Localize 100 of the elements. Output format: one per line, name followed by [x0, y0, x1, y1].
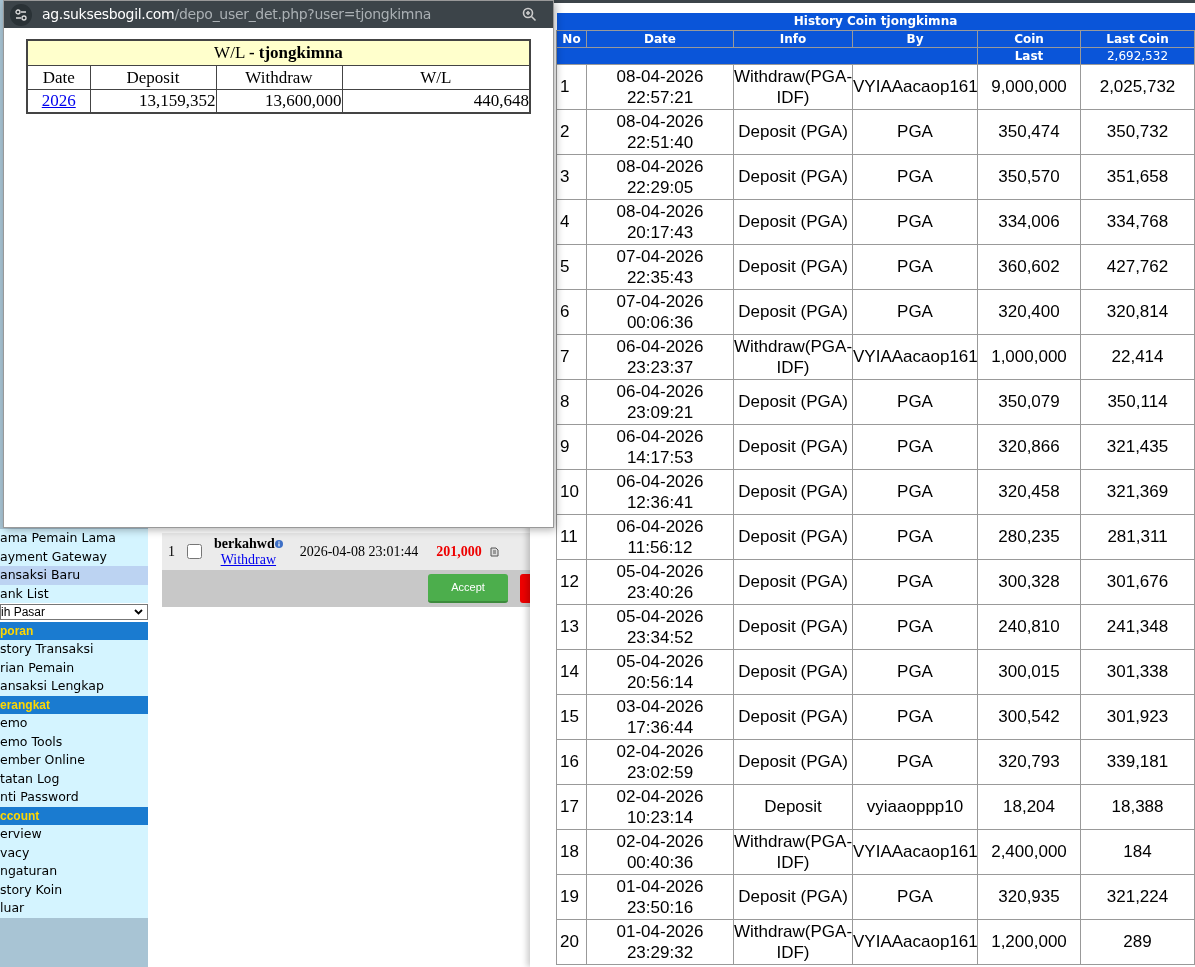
table-cell: 7 [556, 334, 587, 379]
username: berkahwd [214, 535, 275, 552]
sidebar-item[interactable]: emo [0, 714, 148, 733]
sidebar-item[interactable]: story Transaksi [0, 640, 148, 659]
table-cell: 2,400,000 [977, 829, 1081, 874]
column-header: Date [27, 65, 90, 89]
table-cell: 8 [556, 379, 587, 424]
row-number: 1 [168, 543, 175, 561]
sidebar-item[interactable]: ansaksi Lengkap [0, 677, 148, 696]
table-cell: Deposit (PGA) [733, 379, 853, 424]
sidebar-item[interactable]: vacy [0, 843, 148, 862]
sidebar-item[interactable]: nti Password [0, 788, 148, 807]
table-cell: Deposit (PGA) [733, 199, 853, 244]
table-cell: 08-04-2026 20:17:43 [586, 199, 734, 244]
column-header: No [556, 30, 587, 47]
table-cell: Deposit (PGA) [733, 469, 853, 514]
url-text[interactable]: ag.suksesbogil.com/depo_user_det.php?user=tjongkimna [42, 4, 432, 25]
sidebar-item[interactable]: luar [0, 899, 148, 918]
table-cell: 321,224 [1080, 874, 1195, 919]
table-cell: 02-04-2026 10:23:14 [586, 784, 734, 829]
table-cell: 360,602 [977, 244, 1081, 289]
table-cell: 184 [1080, 829, 1195, 874]
table-cell: 02-04-2026 23:02:59 [586, 739, 734, 784]
table-cell: PGA [852, 739, 978, 784]
row-checkbox[interactable] [187, 544, 202, 559]
table-cell: PGA [852, 559, 978, 604]
sidebar-item[interactable]: ember Online [0, 751, 148, 770]
table-cell: 350,114 [1080, 379, 1195, 424]
table-cell: 03-04-2026 17:36:44 [586, 694, 734, 739]
sidebar-item[interactable]: erview [0, 825, 148, 844]
table-cell: Deposit (PGA) [733, 604, 853, 649]
table-cell: PGA [852, 424, 978, 469]
table-cell: Deposit (PGA) [733, 109, 853, 154]
copy-icon [489, 546, 499, 557]
sidebar-item[interactable]: emo Tools [0, 732, 148, 751]
table-cell: PGA [852, 469, 978, 514]
withdraw-link[interactable]: Withdraw [220, 551, 277, 568]
table-title: W/L - tjongkimna [27, 40, 530, 65]
table-cell: 350,732 [1080, 109, 1195, 154]
table-cell: PGA [852, 874, 978, 919]
table-cell: PGA [852, 604, 978, 649]
table-cell: 321,435 [1080, 424, 1195, 469]
table-cell: Withdraw(PGA-IDF) [733, 829, 853, 874]
column-header: Withdraw [216, 65, 342, 89]
table-cell: 280,235 [977, 514, 1081, 559]
table-cell: 06-04-2026 23:09:21 [586, 379, 734, 424]
sidebar-item[interactable]: ama Pemain Lama [0, 529, 148, 548]
table-cell: PGA [852, 379, 978, 424]
sidebar-item[interactable]: story Koin [0, 880, 148, 899]
table-cell: 3 [556, 154, 587, 199]
column-header: Date [586, 30, 734, 47]
table-cell: 320,866 [977, 424, 1081, 469]
table-cell: 08-04-2026 22:51:40 [586, 109, 734, 154]
market-select[interactable]: ih Pasar [0, 604, 148, 621]
sidebar-item[interactable]: tatan Log [0, 769, 148, 788]
column-header: Deposit [90, 65, 216, 89]
table-cell: 281,311 [1080, 514, 1195, 559]
table-cell: 07-04-2026 22:35:43 [586, 244, 734, 289]
table-cell: Withdraw(PGA-IDF) [733, 334, 853, 379]
sidebar-item[interactable]: ank List [0, 584, 148, 603]
table-cell: 2 [556, 109, 587, 154]
table-cell: 02-04-2026 00:40:36 [586, 829, 734, 874]
table-cell: Deposit (PGA) [733, 154, 853, 199]
table-cell: 5 [556, 244, 587, 289]
table-cell: 240,810 [977, 604, 1081, 649]
table-cell: PGA [852, 109, 978, 154]
table-cell: 350,079 [977, 379, 1081, 424]
site-settings-icon[interactable] [10, 3, 32, 26]
table-cell: Deposit (PGA) [733, 289, 853, 334]
table-cell: Deposit (PGA) [733, 559, 853, 604]
table-cell: 350,474 [977, 109, 1081, 154]
sidebar-item[interactable]: ayment Gateway [0, 547, 148, 566]
table-cell: 01-04-2026 23:29:32 [586, 919, 734, 964]
sidebar-item[interactable]: ngaturan [0, 862, 148, 881]
table-cell: 17 [556, 784, 587, 829]
table-cell: 18 [556, 829, 587, 874]
table-cell: PGA [852, 649, 978, 694]
table-cell: 9 [556, 424, 587, 469]
table-cell: VYIAAacaop161 [852, 64, 978, 109]
table-cell: 08-04-2026 22:57:21 [586, 64, 734, 109]
table-cell: VYIAAacaop161 [852, 919, 978, 964]
table-cell: 1,000,000 [977, 334, 1081, 379]
table-cell: 19 [556, 874, 587, 919]
table-cell: 05-04-2026 23:34:52 [586, 604, 734, 649]
table-cell: 289 [1080, 919, 1195, 964]
table-cell: Deposit (PGA) [733, 514, 853, 559]
sidebar-item[interactable]: rian Pemain [0, 658, 148, 677]
table-cell: 301,923 [1080, 694, 1195, 739]
table-cell: 08-04-2026 22:29:05 [586, 154, 734, 199]
table-cell: Withdraw(PGA-IDF) [733, 919, 853, 964]
table-cell: 427,762 [1080, 244, 1195, 289]
sidebar-item[interactable]: ansaksi Baru [0, 566, 148, 585]
table-cell: 06-04-2026 14:17:53 [586, 424, 734, 469]
zoom-icon[interactable] [522, 7, 537, 22]
transaction-amount: 201,000 [436, 543, 482, 561]
column-header: Info [733, 30, 853, 47]
table-cell: 241,348 [1080, 604, 1195, 649]
table-cell: 12 [556, 559, 587, 604]
chevron-down-icon [134, 609, 143, 616]
table-cell: Deposit (PGA) [733, 874, 853, 919]
